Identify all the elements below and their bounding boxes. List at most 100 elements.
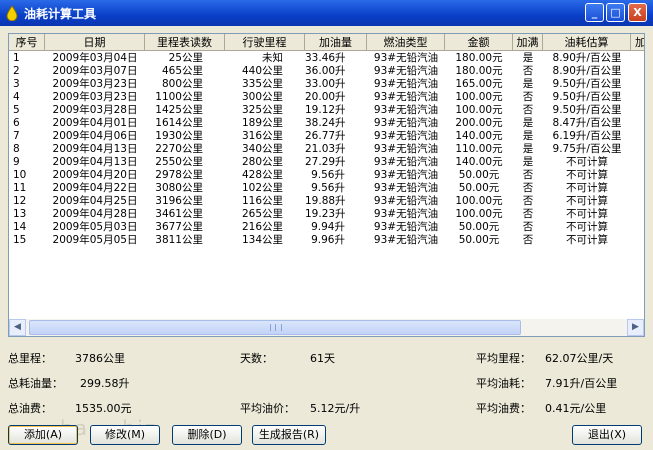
table-cell: 100.00元 xyxy=(455,208,503,220)
table-cell: 8 xyxy=(13,143,20,155)
scroll-thumb[interactable] xyxy=(29,320,521,335)
table-cell: 110.00元 xyxy=(455,143,503,155)
column-header[interactable]: 燃油类型 xyxy=(367,34,445,51)
column-header[interactable]: 加 xyxy=(631,34,644,51)
table-cell: 93#无铅汽油 xyxy=(373,182,439,194)
scroll-left-icon[interactable]: ◀ xyxy=(9,319,26,336)
table-cell: 280公里 xyxy=(241,156,283,168)
avg-cost-value: 0.41元/公里 xyxy=(545,402,607,415)
table-cell: 14 xyxy=(13,221,27,233)
table-cell: 否 xyxy=(522,195,534,207)
table-cell: 2009年04月28日 xyxy=(52,208,138,220)
table-cell: 340公里 xyxy=(241,143,283,155)
table-row[interactable]: 15 2009年05月05日 3811公里 134公里 9.96升 93#无铅汽油 50.0… xyxy=(9,234,644,247)
table-cell: 140.00元 xyxy=(455,156,503,168)
add-button[interactable]: 添加(A) xyxy=(8,425,78,445)
table-cell: 180.00元 xyxy=(455,65,503,77)
table-row[interactable]: 10 2009年04月20日 2978公里 428公里 9.56升 93#无铅汽油 50.0… xyxy=(9,169,644,182)
horizontal-scrollbar[interactable]: ◀ ▶ xyxy=(9,319,644,336)
table-cell: 19.23升 xyxy=(305,208,346,220)
table-cell: 否 xyxy=(522,169,534,181)
table-cell: 19.12升 xyxy=(305,104,346,116)
column-header[interactable]: 金额 xyxy=(445,34,513,51)
table-cell: 是 xyxy=(522,117,534,129)
table-cell: 否 xyxy=(522,91,534,103)
table-cell: 6 xyxy=(13,117,20,129)
table-row[interactable]: 11 2009年04月22日 3080公里 102公里 9.56升 93#无铅汽油 50.0… xyxy=(9,182,644,195)
table-row[interactable]: 4 2009年03月23日 1100公里 300公里 20.00升 93#无铅汽油 100.… xyxy=(9,91,644,104)
table-cell: 2270公里 xyxy=(155,143,203,155)
avg-consumption-value: 7.91升/百公里 xyxy=(545,377,618,390)
table-cell: 335公里 xyxy=(241,78,283,90)
table-row[interactable]: 6 2009年04月01日 1614公里 189公里 38.24升 93#无铅汽油 200.… xyxy=(9,117,644,130)
report-button[interactable]: 生成报告(R) xyxy=(252,425,326,445)
table-cell: 12 xyxy=(13,195,27,207)
table-cell: 否 xyxy=(522,104,534,116)
table-row[interactable]: 9 2009年04月13日 2550公里 280公里 27.29升 93#无铅汽油 140.… xyxy=(9,156,644,169)
column-header[interactable]: 序号 xyxy=(9,34,45,51)
table-cell: 33.46升 xyxy=(305,52,346,64)
table-cell: 93#无铅汽油 xyxy=(373,117,439,129)
table-row[interactable]: 14 2009年05月03日 3677公里 216公里 9.94升 93#无铅汽油 50.0… xyxy=(9,221,644,234)
table-cell: 2009年03月23日 xyxy=(52,78,138,90)
total-fuel-value: 299.58升 xyxy=(80,377,130,390)
column-header[interactable]: 里程表读数 xyxy=(145,34,225,51)
column-header[interactable]: 加满 xyxy=(513,34,543,51)
table-row[interactable]: 7 2009年04月06日 1930公里 316公里 26.77升 93#无铅汽油 140.… xyxy=(9,130,644,143)
table-row[interactable]: 3 2009年03月23日 800公里 335公里 33.00升 93#无铅汽油 165.0… xyxy=(9,78,644,91)
column-header[interactable]: 日期 xyxy=(45,34,145,51)
table-cell: 6.19升/百公里 xyxy=(552,130,622,142)
close-button[interactable]: X xyxy=(628,3,647,22)
table-cell: 不可计算 xyxy=(566,169,608,181)
table-row[interactable]: 1 2009年03月04日 25公里 未知 33.46升 93#无铅汽油 180.00元 是 8… xyxy=(9,52,644,65)
edit-button[interactable]: 修改(M) xyxy=(90,425,160,445)
table-cell: 3677公里 xyxy=(155,221,203,233)
table-cell: 9.50升/百公里 xyxy=(552,104,622,116)
table-cell: 8.47升/百公里 xyxy=(552,117,622,129)
table-cell: 116公里 xyxy=(241,195,283,207)
table-row[interactable]: 5 2009年03月28日 1425公里 325公里 19.12升 93#无铅汽油 100.… xyxy=(9,104,644,117)
table-row[interactable]: 12 2009年04月25日 3196公里 116公里 19.88升 93#无铅汽油 100… xyxy=(9,195,644,208)
table-cell: 8.90升/百公里 xyxy=(552,65,622,77)
table-cell: 5 xyxy=(13,104,20,116)
column-header[interactable]: 油耗估算 xyxy=(543,34,631,51)
table-row[interactable]: 8 2009年04月13日 2270公里 340公里 21.03升 93#无铅汽油 110.… xyxy=(9,143,644,156)
table-cell: 428公里 xyxy=(241,169,283,181)
table-cell: 25公里 xyxy=(168,52,203,64)
table-cell: 100.00元 xyxy=(455,195,503,207)
maximize-button[interactable]: □ xyxy=(606,3,625,22)
table-cell: 50.00元 xyxy=(458,234,500,246)
table-cell: 4 xyxy=(13,91,20,103)
table-cell: 3 xyxy=(13,78,20,90)
table-cell: 7 xyxy=(13,130,20,142)
table-row[interactable]: 13 2009年04月28日 3461公里 265公里 19.23升 93#无铅汽油 100… xyxy=(9,208,644,221)
table-cell: 93#无铅汽油 xyxy=(373,143,439,155)
records-table[interactable]: 序号 日期 里程表读数 行驶里程 加油量 燃油类型 金额 加满 油耗估算加 1 2009年03月0… xyxy=(8,33,645,337)
column-header[interactable]: 行驶里程 xyxy=(225,34,305,51)
table-cell: 是 xyxy=(522,130,534,142)
table-cell: 不可计算 xyxy=(566,156,608,168)
table-cell: 325公里 xyxy=(241,104,283,116)
table-cell: 93#无铅汽油 xyxy=(373,104,439,116)
table-cell: 3811公里 xyxy=(155,234,203,246)
table-cell: 20.00升 xyxy=(305,91,346,103)
table-row[interactable]: 2 2009年03月07日 465公里 440公里 36.00升 93#无铅汽油 180.0… xyxy=(9,65,644,78)
total-mileage-label: 总里程： xyxy=(8,352,52,365)
table-cell: 93#无铅汽油 xyxy=(373,78,439,90)
table-cell: 800公里 xyxy=(161,78,203,90)
table-cell: 不可计算 xyxy=(566,234,608,246)
exit-button[interactable]: 退出(X) xyxy=(572,425,642,445)
avg-cost-label: 平均油费： xyxy=(476,402,531,415)
minimize-button[interactable]: _ xyxy=(585,3,604,22)
table-cell: 2009年03月23日 xyxy=(52,91,138,103)
column-header[interactable]: 加油量 xyxy=(305,34,367,51)
table-cell: 50.00元 xyxy=(458,221,500,233)
table-cell: 否 xyxy=(522,208,534,220)
table-cell: 2009年04月01日 xyxy=(52,117,138,129)
days-value: 61天 xyxy=(310,352,335,365)
table-cell: 2978公里 xyxy=(155,169,203,181)
scroll-right-icon[interactable]: ▶ xyxy=(627,319,644,336)
table-cell: 300公里 xyxy=(241,91,283,103)
table-cell: 50.00元 xyxy=(458,182,500,194)
delete-button[interactable]: 删除(D) xyxy=(172,425,242,445)
